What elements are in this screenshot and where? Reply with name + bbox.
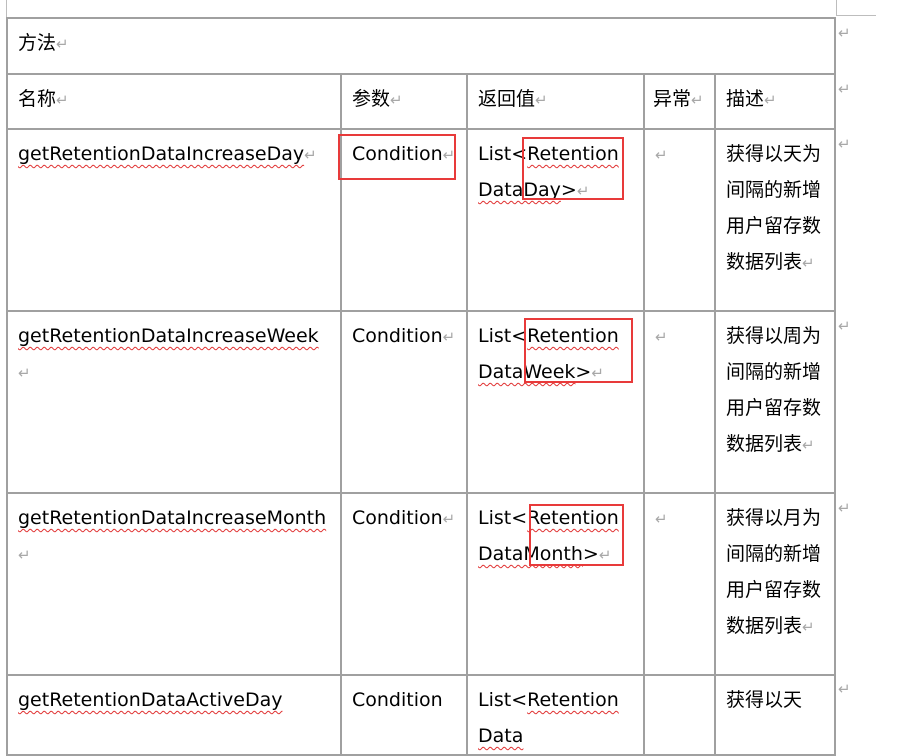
paragraph-mark-icon: ↵: [802, 618, 815, 636]
return-cell[interactable]: List<RetentionDataWeek>↵: [466, 310, 645, 494]
section-title: 方法: [18, 32, 57, 54]
table-row: getRetentionDataIncreaseWeek↵ Condition↵…: [6, 310, 836, 494]
paragraph-mark-icon: ↵: [591, 364, 604, 382]
method-name: getRetentionDataIncreaseWeek: [18, 325, 319, 347]
paragraph-mark-icon: ↵: [691, 91, 704, 109]
exception-cell[interactable]: ↵: [643, 492, 716, 676]
param-cell[interactable]: Condition: [340, 674, 468, 756]
section-title-cell[interactable]: 方法↵: [6, 17, 836, 75]
paragraph-mark-icon: ↵: [442, 510, 456, 528]
return-prefix: List<: [478, 143, 528, 165]
return-prefix: List<: [478, 507, 528, 529]
paragraph-mark-icon: ↵: [598, 546, 612, 564]
header-label: 参数: [352, 88, 391, 110]
return-cell[interactable]: List<RetentionDataMonth>↵: [466, 492, 645, 676]
paragraph-mark-icon: ↵: [56, 91, 69, 109]
paragraph-mark-icon: ↵: [655, 328, 668, 346]
page-margin-marker: [6, 0, 7, 17]
paragraph-mark-icon: ↵: [442, 328, 456, 346]
header-cell-return[interactable]: 返回值↵: [466, 73, 645, 130]
paragraph-mark-icon: ↵: [56, 35, 69, 53]
table-title-row: 方法↵: [6, 17, 836, 75]
param-type: Condition: [352, 689, 443, 711]
header-label: 名称: [18, 88, 57, 110]
header-label: 返回值: [478, 88, 536, 110]
header-cell-name[interactable]: 名称↵: [6, 73, 342, 130]
param-type: Condition: [352, 143, 443, 165]
header-cell-param[interactable]: 参数↵: [340, 73, 468, 130]
header-label: 描述: [726, 88, 765, 110]
paragraph-mark-icon: ↵: [304, 146, 317, 164]
return-suffix: >: [582, 543, 599, 565]
paragraph-mark-icon: ↵: [655, 146, 668, 164]
return-suffix: >: [560, 179, 577, 201]
return-cell[interactable]: List<RetentionData: [466, 674, 645, 756]
return-suffix: >: [575, 361, 592, 383]
row-end-mark-icon: ↵: [838, 317, 851, 335]
method-name: getRetentionDataActiveDay: [18, 689, 283, 711]
description-cell[interactable]: 获得以天: [714, 674, 836, 756]
table-row: getRetentionDataIncreaseMonth ↵ Condition…: [6, 492, 836, 676]
name-cell[interactable]: getRetentionDataIncreaseWeek ↵: [6, 310, 342, 494]
description-cell[interactable]: 获得以月为间隔的新增用户留存数数据列表↵: [714, 492, 836, 676]
page-margin-marker: [836, 0, 837, 16]
paragraph-mark-icon: ↵: [802, 436, 815, 454]
paragraph-mark-icon: ↵: [655, 510, 668, 528]
paragraph-mark-icon: ↵: [576, 182, 590, 200]
header-cell-exception[interactable]: 异常↵: [643, 73, 716, 130]
param-type: Condition: [352, 507, 443, 529]
method-name: getRetentionDataIncreaseDay: [18, 143, 305, 165]
row-end-mark-icon: ↵: [838, 135, 851, 153]
table-row: getRetentionDataIncreaseDay↵ Condition↵ …: [6, 128, 836, 312]
header-cell-description[interactable]: 描述↵: [714, 73, 836, 130]
description-text: 获得以天: [726, 689, 803, 711]
paragraph-mark-icon: ↵: [18, 546, 31, 564]
description-cell[interactable]: 获得以天为间隔的新增用户留存数数据列表↵: [714, 128, 836, 312]
param-cell[interactable]: Condition↵: [340, 492, 468, 676]
method-name: getRetentionDataIncreaseMonth: [18, 507, 327, 529]
methods-table: 方法↵ 名称↵ 参数↵ 返回值↵ 异常↵ 描述↵ getRetentionDat…: [6, 17, 836, 756]
table-row: getRetentionDataActiveDay Condition List…: [6, 674, 836, 756]
row-end-mark-icon: ↵: [838, 499, 851, 517]
table-header-row: 名称↵ 参数↵ 返回值↵ 异常↵ 描述↵: [6, 73, 836, 130]
paragraph-mark-icon: ↵: [535, 91, 548, 109]
param-cell[interactable]: Condition↵: [340, 128, 468, 312]
exception-cell[interactable]: [643, 674, 716, 756]
row-end-mark-icon: ↵: [838, 680, 851, 698]
paragraph-mark-icon: ↵: [802, 254, 815, 272]
row-end-mark-icon: ↵: [838, 80, 851, 98]
header-label: 异常: [653, 88, 692, 110]
name-cell[interactable]: getRetentionDataActiveDay: [6, 674, 342, 756]
page-margin-marker: [836, 15, 876, 16]
paragraph-mark-icon: ↵: [18, 364, 31, 382]
name-cell[interactable]: getRetentionDataIncreaseDay↵: [6, 128, 342, 312]
return-cell[interactable]: List<RetentionDataDay>↵: [466, 128, 645, 312]
param-type: Condition: [352, 325, 443, 347]
param-cell[interactable]: Condition↵: [340, 310, 468, 494]
name-cell[interactable]: getRetentionDataIncreaseMonth ↵: [6, 492, 342, 676]
return-prefix: List<: [478, 325, 528, 347]
exception-cell[interactable]: ↵: [643, 128, 716, 312]
paragraph-mark-icon: ↵: [442, 146, 456, 164]
exception-cell[interactable]: ↵: [643, 310, 716, 494]
paragraph-mark-icon: ↵: [764, 91, 777, 109]
paragraph-mark-icon: ↵: [390, 91, 403, 109]
return-prefix: List<: [478, 689, 528, 711]
row-end-mark-icon: ↵: [838, 24, 851, 42]
description-cell[interactable]: 获得以周为间隔的新增用户留存数数据列表↵: [714, 310, 836, 494]
